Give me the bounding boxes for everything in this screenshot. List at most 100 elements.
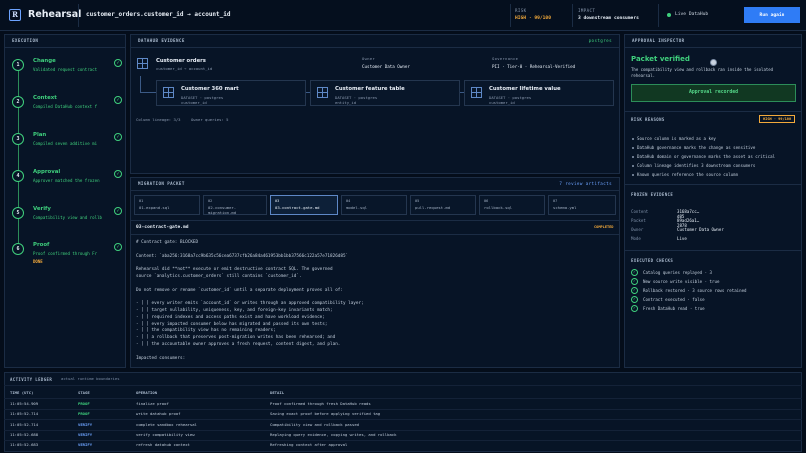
step-desc: Compatibility view and rollb bbox=[33, 215, 103, 220]
check-item: ✓ Catalog queries replayed · 3 bbox=[631, 269, 712, 276]
root-dataset-card[interactable]: Customer orders customer_id → account_id… bbox=[136, 54, 614, 76]
step-desc: Proof confirmed through Fr bbox=[33, 251, 98, 256]
step-name: Context bbox=[33, 95, 57, 101]
step-number: 3 bbox=[12, 133, 24, 145]
ledger-header: ACTIVITY LEDGER bbox=[10, 377, 53, 382]
step-context[interactable]: 2 Context Compiled DataHub context f ✓ bbox=[7, 92, 124, 122]
divider bbox=[624, 184, 802, 185]
check-icon: ✓ bbox=[631, 278, 638, 285]
step-plan[interactable]: 3 Plan Compiled seven additive mi ✓ bbox=[7, 129, 124, 159]
divider bbox=[658, 4, 659, 27]
divider bbox=[78, 4, 79, 27]
step-desc: Compiled seven additive mi bbox=[33, 141, 98, 146]
step-name: Change bbox=[33, 58, 56, 64]
file-tab-expand[interactable]: 01 01-expand.sql bbox=[134, 195, 200, 215]
migration-header: MIGRATION PACKET 7 review artifacts bbox=[131, 178, 619, 191]
step-change[interactable]: 1 Change Validated request contract ✓ bbox=[7, 55, 124, 85]
owner-queries-count: Owner queries: 5 bbox=[191, 117, 229, 122]
step-proof[interactable]: 6 Proof Proof confirmed through Fr DONE … bbox=[7, 239, 124, 269]
column-lineage-count: Column lineage: 3/3 bbox=[136, 117, 181, 122]
ledger-row[interactable]: 11:05:52.683 VERIFY refresh datahub cont… bbox=[10, 442, 800, 452]
divider bbox=[4, 385, 802, 386]
file-status-badge: COMPLETED bbox=[594, 225, 614, 229]
divider bbox=[572, 4, 573, 27]
governance-value: PII · Tier-0 · Rehearsal-Verified bbox=[492, 63, 576, 69]
step-approval[interactable]: 4 Approval Approver matched the frozen ✓ bbox=[7, 166, 124, 196]
risk-reason: Column lineage identifies 3 downstream c… bbox=[631, 163, 756, 168]
rehearsal-logo-icon: R bbox=[9, 9, 21, 21]
step-desc: Approver matched the frozen bbox=[33, 178, 100, 183]
check-icon: ✓ bbox=[114, 96, 122, 104]
file-tab-pull-request[interactable]: 05 pull-request.md bbox=[410, 195, 476, 215]
file-tab-schema[interactable]: 07 schema.yml bbox=[548, 195, 616, 215]
check-icon: ✓ bbox=[631, 269, 638, 276]
risk-value: HIGH · 99/100 bbox=[515, 16, 551, 22]
downstream-node-lifetime-value[interactable]: Customer lifetime value DATASET · postgr… bbox=[464, 80, 614, 106]
file-tab-consumer-migration[interactable]: 02 02-consumer-migration.md bbox=[203, 195, 267, 215]
divider bbox=[624, 111, 802, 112]
frozen-evidence-header: FROZEN EVIDENCE bbox=[631, 192, 674, 197]
governance-label: Governance bbox=[492, 57, 519, 61]
risk-label: RISK bbox=[515, 8, 527, 13]
check-icon: ✓ bbox=[114, 207, 122, 215]
brand-name: Rehearsal bbox=[28, 9, 82, 20]
check-icon: ✓ bbox=[114, 243, 122, 251]
divider bbox=[130, 234, 620, 235]
step-name: Proof bbox=[33, 242, 50, 248]
executed-checks-header: EXECUTED CHECKS bbox=[631, 258, 674, 263]
lineage-connector bbox=[140, 76, 141, 92]
downstream-node-feature-table[interactable]: Customer feature table DATASET · postgre… bbox=[310, 80, 460, 106]
step-desc: Compiled DataHub context f bbox=[33, 104, 98, 109]
run-again-button[interactable]: Run again bbox=[744, 7, 800, 23]
owner-label: Owner bbox=[362, 57, 376, 61]
step-verify[interactable]: 5 Verify Compatibility view and rollb ✓ bbox=[7, 203, 124, 233]
owner-value: Customer Data Owner bbox=[362, 63, 410, 69]
proof-row: Mode Live bbox=[631, 236, 687, 241]
file-content: # Contract gate: BLOCKED Content: `aba25… bbox=[136, 240, 364, 361]
breadcrumb: customer_orders.customer_id → account_id bbox=[86, 11, 231, 18]
owner-info: Owner Customer Data Owner bbox=[362, 57, 410, 69]
dataset-icon bbox=[471, 87, 482, 98]
divider bbox=[510, 4, 511, 27]
proof-row: Packet 89ad26a1…2878 bbox=[631, 218, 700, 229]
check-icon: ✓ bbox=[114, 59, 122, 67]
platform-tag: postgres bbox=[588, 38, 612, 44]
step-number: 1 bbox=[12, 59, 24, 71]
top-bar: R Rehearsal customer_orders.customer_id … bbox=[0, 0, 806, 31]
node-sub: DATASET · postgres entity_id bbox=[335, 95, 378, 106]
file-tab-contract-gate[interactable]: 03 03-contract-gate.md bbox=[270, 195, 338, 215]
evidence-header: DATAHUB EVIDENCE postgres bbox=[131, 35, 619, 48]
node-title: Customer feature table bbox=[335, 86, 405, 92]
node-sub: DATASET · postgres customer_id bbox=[181, 95, 224, 106]
risk-reason: DataHub domain or governance marks the a… bbox=[631, 154, 776, 159]
check-icon: ✓ bbox=[114, 133, 122, 141]
divider bbox=[4, 398, 802, 399]
packet-status: Packet verified bbox=[631, 55, 690, 63]
check-item: ✓ New source write visible · true bbox=[631, 278, 719, 285]
root-dataset-title: Customer orders bbox=[156, 58, 206, 64]
ledger-subtitle: actual runtime boundaries bbox=[61, 376, 120, 381]
divider bbox=[4, 440, 802, 441]
step-number: 2 bbox=[12, 96, 24, 108]
governance-info: Governance PII · Tier-0 · Rehearsal-Veri… bbox=[492, 57, 575, 69]
downstream-node-customer-360[interactable]: Customer 360 mart DATASET · postgres cust… bbox=[156, 80, 306, 106]
step-name: Plan bbox=[33, 132, 47, 138]
impact-value: 3 downstream consumers bbox=[578, 16, 639, 22]
divider bbox=[4, 430, 802, 431]
check-icon: ✓ bbox=[631, 296, 638, 303]
step-number: 4 bbox=[12, 170, 24, 182]
file-title: 03-contract-gate.md bbox=[136, 225, 189, 230]
review-artifacts-link[interactable]: 7 review artifacts bbox=[559, 181, 612, 186]
divider bbox=[130, 220, 620, 221]
impact-summary: IMPACT 3 downstream consumers bbox=[578, 8, 639, 22]
status-indicator-icon bbox=[710, 59, 717, 66]
file-tab-rollback[interactable]: 06 rollback.sql bbox=[479, 195, 545, 215]
file-tab-model[interactable]: 04 model.sql bbox=[341, 195, 407, 215]
check-icon: ✓ bbox=[631, 287, 638, 294]
approval-recorded-button[interactable]: Approval recorded bbox=[631, 84, 796, 102]
node-title: Customer lifetime value bbox=[489, 86, 561, 92]
check-item: ✓ Rollback restored · 3 source rows retai… bbox=[631, 287, 747, 294]
dataset-icon bbox=[317, 87, 328, 98]
file-content-viewer[interactable]: # Contract gate: BLOCKED Content: `aba25… bbox=[130, 236, 620, 367]
node-sub: DATASET · postgres customer_id bbox=[489, 95, 532, 106]
